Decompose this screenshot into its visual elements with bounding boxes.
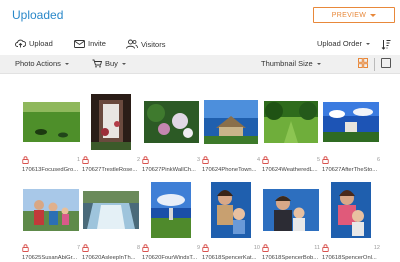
photo-card[interactable]: 10 170618SpencerKat... — [202, 180, 260, 262]
lock-icon — [322, 156, 329, 164]
lock-icon — [262, 244, 269, 252]
photo-number: 7 — [76, 245, 80, 251]
photo-filename: 170618SpencerOnl... — [322, 255, 377, 261]
photo-filename: 170627AfterTheSto... — [322, 167, 378, 173]
upload-label: Upload — [29, 39, 53, 48]
photo-card[interactable]: 3 170627PinkWallCh... — [142, 92, 200, 178]
upload-button[interactable]: Upload — [15, 39, 53, 48]
lock-icon — [202, 244, 209, 252]
photo-number: 1 — [76, 157, 80, 163]
photo-actions-label: Photo Actions — [15, 59, 61, 68]
photo-filename: 170624WeatheredL... — [262, 167, 318, 173]
photo-thumbnail[interactable] — [151, 182, 191, 238]
photo-card[interactable]: 4 170624PhoneTown... — [202, 92, 260, 178]
cloud-upload-icon — [15, 39, 26, 48]
photo-number: 2 — [136, 157, 140, 163]
lock-icon — [22, 244, 29, 252]
photo-card[interactable]: 7 170625SusanAbiGr... — [22, 180, 80, 262]
photo-number: 10 — [253, 245, 260, 251]
photo-card[interactable]: 11 170618SpencerBob... — [262, 180, 320, 262]
invite-label: Invite — [88, 39, 106, 48]
photo-thumbnail[interactable] — [323, 102, 379, 142]
main-toolbar: Upload Invite Visitors Upload Order — [0, 36, 400, 55]
chevron-down-icon — [366, 42, 371, 45]
visitors-label: Visitors — [141, 39, 166, 49]
chevron-down-icon — [121, 62, 126, 65]
photo-actions-dropdown[interactable]: Photo Actions — [15, 59, 69, 68]
photo-filename: 170618SpencerBob... — [262, 255, 319, 261]
photo-number: 12 — [373, 245, 380, 251]
photo-thumbnail[interactable] — [331, 182, 371, 238]
toolbar-divider — [374, 58, 375, 71]
preview-button[interactable]: PREVIEW — [313, 7, 395, 23]
photo-thumbnail[interactable] — [83, 191, 139, 229]
photo-card[interactable]: 2 170627TrestleRose... — [82, 92, 140, 178]
photo-card[interactable]: 6 170627AfterTheSto... — [322, 92, 380, 178]
visitors-icon — [126, 39, 138, 49]
thumbnail-size-label: Thumbnail Size — [261, 59, 313, 68]
sort-direction-button[interactable] — [381, 39, 391, 50]
lock-icon — [262, 156, 269, 164]
grid-view-icon[interactable] — [358, 58, 368, 68]
photo-thumbnail[interactable] — [143, 101, 199, 143]
photo-card[interactable]: 8 170620AsleepInTh... — [82, 180, 140, 262]
photo-thumbnail[interactable] — [211, 182, 251, 238]
photo-thumbnail[interactable] — [23, 189, 79, 231]
visitors-button[interactable]: Visitors — [126, 39, 165, 49]
page-header: Uploaded PREVIEW — [0, 0, 400, 34]
photo-number: 3 — [196, 157, 200, 163]
upload-order-label: Upload Order — [317, 39, 363, 48]
photo-number: 5 — [316, 157, 320, 163]
photo-filename: 170620AsleepInTh... — [82, 255, 136, 261]
photo-gallery: 1 170613FocusedGro... 2 170627TrestleRos… — [0, 75, 400, 262]
chevron-down-icon — [370, 13, 377, 17]
photo-number: 9 — [196, 245, 200, 251]
sub-toolbar: Photo Actions Buy Thumbnail Size — [0, 55, 400, 74]
photo-filename: 170618SpencerKat... — [202, 255, 257, 261]
chevron-down-icon — [64, 62, 69, 65]
invite-button[interactable]: Invite — [74, 39, 106, 48]
lock-icon — [82, 156, 89, 164]
buy-label: Buy — [105, 59, 118, 68]
photo-thumbnail[interactable] — [22, 102, 80, 142]
photo-number: 8 — [136, 245, 140, 251]
photo-filename: 170620FourWindsT... — [142, 255, 198, 261]
photo-filename: 170627PinkWallCh... — [142, 167, 196, 173]
photo-thumbnail[interactable] — [91, 94, 131, 150]
photo-number: 4 — [256, 157, 260, 163]
envelope-icon — [74, 39, 85, 48]
photo-filename: 170625SusanAbiGr... — [22, 255, 78, 261]
lock-icon — [82, 244, 89, 252]
photo-number: 6 — [376, 157, 380, 163]
sort-icon — [381, 40, 391, 50]
cart-icon — [92, 59, 102, 68]
buy-dropdown[interactable]: Buy — [92, 59, 126, 68]
lock-icon — [322, 244, 329, 252]
photo-filename: 170624PhoneTown... — [202, 167, 257, 173]
photo-card[interactable]: 12 170618SpencerOnl... — [322, 180, 380, 262]
photo-filename: 170613FocusedGro... — [22, 167, 79, 173]
photo-thumbnail[interactable] — [204, 100, 258, 144]
photo-card[interactable]: 5 170624WeatheredL... — [262, 92, 320, 178]
lock-icon — [142, 156, 149, 164]
lock-icon — [202, 156, 209, 164]
lock-icon — [22, 156, 29, 164]
photo-number: 11 — [314, 245, 320, 251]
chevron-down-icon — [316, 62, 321, 65]
photo-filename: 170627TrestleRose... — [82, 167, 138, 173]
upload-order-dropdown[interactable]: Upload Order — [317, 39, 371, 48]
photo-card[interactable]: 1 170613FocusedGro... — [22, 92, 80, 178]
photo-card[interactable]: 9 170620FourWindsT... — [142, 180, 200, 262]
photo-thumbnail[interactable] — [263, 189, 319, 231]
lock-icon — [142, 244, 149, 252]
page-title: Uploaded — [12, 8, 64, 22]
single-view-icon[interactable] — [381, 58, 391, 68]
photo-thumbnail[interactable] — [264, 101, 318, 143]
thumbnail-size-dropdown[interactable]: Thumbnail Size — [261, 59, 321, 68]
preview-label: PREVIEW — [331, 11, 367, 19]
